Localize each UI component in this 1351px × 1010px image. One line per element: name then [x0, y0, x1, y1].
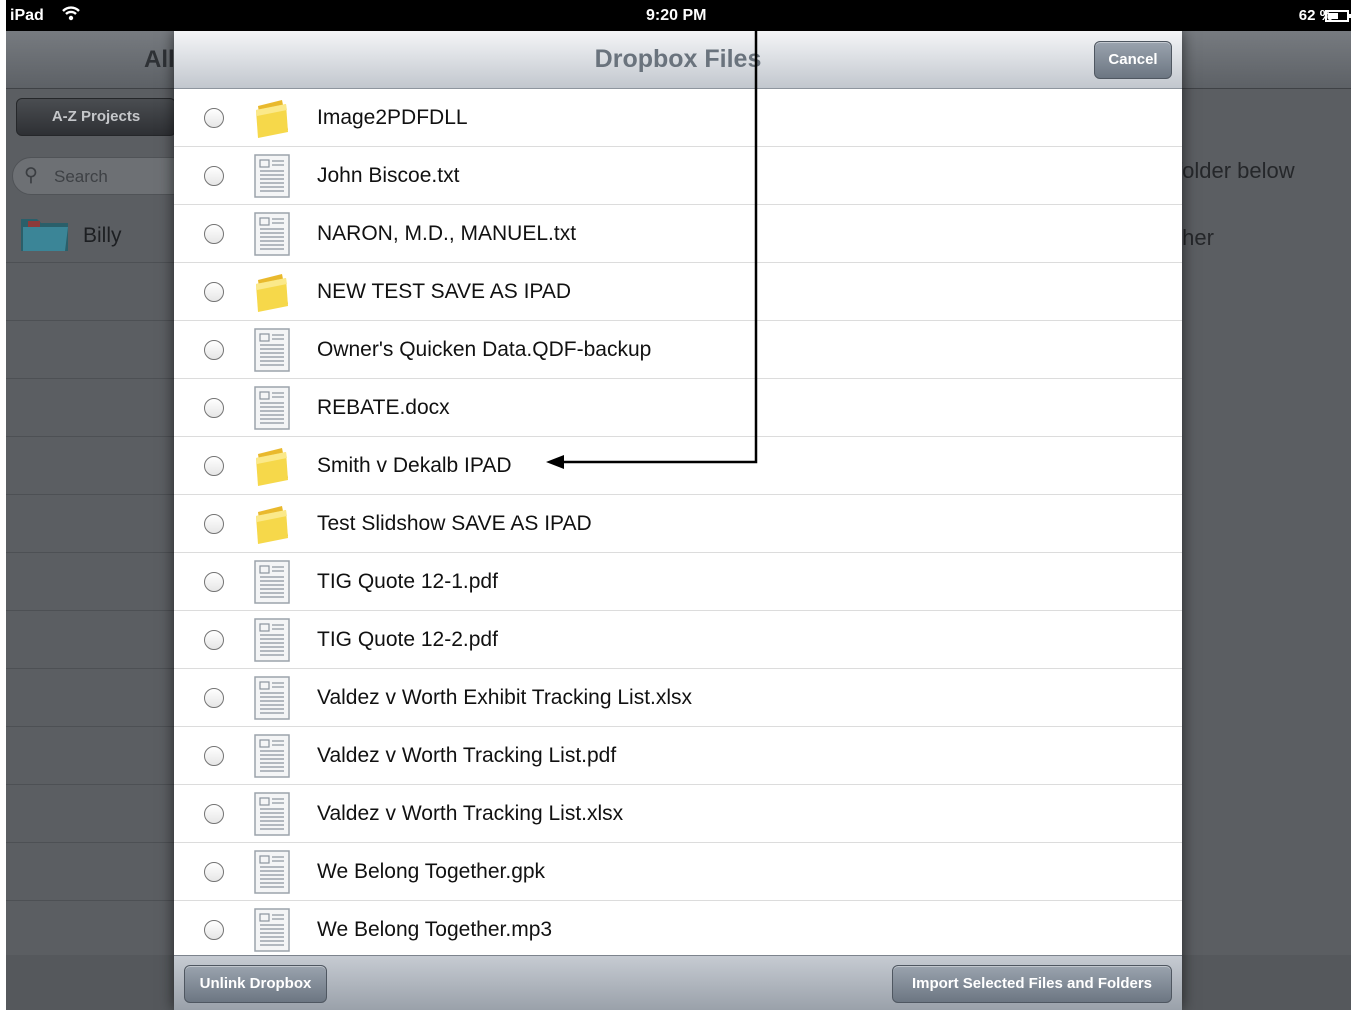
file-name: Test Slidshow SAVE AS IPAD: [317, 512, 592, 535]
dialog-nav-bar: Dropbox Files Cancel: [174, 31, 1182, 89]
file-row[interactable]: We Belong Together.gpk: [174, 843, 1182, 901]
file-name: NEW TEST SAVE AS IPAD: [317, 280, 572, 303]
unlink-dropbox-button[interactable]: Unlink Dropbox: [184, 965, 327, 1003]
document-icon: [252, 792, 292, 836]
file-row[interactable]: Smith v Dekalb IPAD: [174, 437, 1182, 495]
battery-icon: [1325, 10, 1351, 22]
status-bar: iPad 9:20 PM 62 %: [6, 0, 1351, 31]
document-icon: [252, 850, 292, 894]
import-selected-button[interactable]: Import Selected Files and Folders: [892, 965, 1172, 1003]
file-row[interactable]: NEW TEST SAVE AS IPAD: [174, 263, 1182, 321]
divider: [6, 552, 174, 553]
file-row[interactable]: Image2PDFDLL: [174, 89, 1182, 147]
folder-icon: [21, 219, 68, 251]
file-name: Valdez v Worth Exhibit Tracking List.xls…: [317, 686, 693, 709]
file-row[interactable]: Valdez v Worth Exhibit Tracking List.xls…: [174, 669, 1182, 727]
divider: [6, 262, 174, 263]
file-row[interactable]: TIG Quote 12-2.pdf: [174, 611, 1182, 669]
file-list: Image2PDFDLL John Biscoe.txt NARON, M.D., …: [174, 89, 1182, 959]
file-row[interactable]: REBATE.docx: [174, 379, 1182, 437]
file-row[interactable]: TIG Quote 12-1.pdf: [174, 553, 1182, 611]
file-name: John Biscoe.txt: [317, 164, 460, 187]
dialog-toolbar: Unlink Dropbox Import Selected Files and…: [174, 955, 1182, 1010]
file-row[interactable]: Owner's Quicken Data.QDF-backup: [174, 321, 1182, 379]
search-placeholder: Search: [54, 167, 108, 186]
document-icon: [252, 154, 292, 198]
file-name: TIG Quote 12-2.pdf: [317, 628, 498, 651]
background-hint-text: folder below: [1176, 158, 1295, 183]
document-icon: [252, 560, 292, 604]
divider: [6, 378, 174, 379]
select-checkbox[interactable]: [204, 862, 224, 882]
divider: [6, 784, 174, 785]
select-checkbox[interactable]: [204, 282, 224, 302]
select-checkbox[interactable]: [204, 166, 224, 186]
file-row[interactable]: Valdez v Worth Tracking List.xlsx: [174, 785, 1182, 843]
clock: 9:20 PM: [646, 7, 707, 24]
select-checkbox[interactable]: [204, 398, 224, 418]
document-icon: [252, 618, 292, 662]
divider: [6, 436, 174, 437]
select-checkbox[interactable]: [204, 630, 224, 650]
file-name: Valdez v Worth Tracking List.xlsx: [317, 802, 624, 825]
device-name: iPad: [10, 7, 44, 24]
select-checkbox[interactable]: [204, 340, 224, 360]
background-nav-title: All: [144, 46, 175, 73]
select-checkbox[interactable]: [204, 804, 224, 824]
select-checkbox[interactable]: [204, 572, 224, 592]
document-icon: [252, 908, 292, 952]
divider: [6, 494, 174, 495]
file-row[interactable]: NARON, M.D., MANUEL.txt: [174, 205, 1182, 263]
file-name: Smith v Dekalb IPAD: [317, 454, 512, 477]
folder-icon: [252, 502, 292, 546]
document-icon: [252, 212, 292, 256]
divider: [6, 610, 174, 611]
divider: [6, 320, 174, 321]
select-checkbox[interactable]: [204, 688, 224, 708]
select-checkbox[interactable]: [204, 746, 224, 766]
a-z-projects-button: A-Z Projects: [16, 98, 176, 136]
file-name: Valdez v Worth Tracking List.pdf: [317, 744, 617, 767]
document-icon: [252, 676, 292, 720]
select-checkbox[interactable]: [204, 456, 224, 476]
document-icon: [252, 328, 292, 372]
divider: [6, 900, 174, 901]
file-name: Image2PDFDLL: [317, 106, 468, 129]
file-name: TIG Quote 12-1.pdf: [317, 570, 498, 593]
document-icon: [252, 386, 292, 430]
divider: [6, 726, 174, 727]
folder-icon: [252, 444, 292, 488]
wifi-icon: [61, 4, 81, 27]
document-icon: [252, 734, 292, 778]
dropbox-files-dialog: Dropbox Files Cancel Image2PDFDLL John Bi…: [174, 31, 1182, 1010]
dialog-title: Dropbox Files: [594, 45, 762, 73]
folder-icon: [252, 270, 292, 314]
divider: [6, 668, 174, 669]
background-search-field: ⚲ Search: [12, 157, 192, 195]
file-row[interactable]: We Belong Together.mp3: [174, 901, 1182, 959]
file-name: We Belong Together.mp3: [317, 918, 553, 941]
select-checkbox[interactable]: [204, 920, 224, 940]
divider: [6, 842, 174, 843]
file-name: NARON, M.D., MANUEL.txt: [317, 222, 577, 245]
file-row[interactable]: Valdez v Worth Tracking List.pdf: [174, 727, 1182, 785]
background-folder-label: Billy: [83, 224, 122, 247]
select-checkbox[interactable]: [204, 108, 224, 128]
folder-icon: [252, 96, 292, 140]
select-checkbox[interactable]: [204, 514, 224, 534]
file-name: Owner's Quicken Data.QDF-backup: [317, 338, 652, 361]
cancel-button[interactable]: Cancel: [1094, 41, 1172, 79]
file-name: REBATE.docx: [317, 396, 450, 419]
file-row[interactable]: Test Slidshow SAVE AS IPAD: [174, 495, 1182, 553]
file-name: We Belong Together.gpk: [317, 860, 546, 883]
select-checkbox[interactable]: [204, 224, 224, 244]
file-row[interactable]: John Biscoe.txt: [174, 147, 1182, 205]
search-icon: ⚲: [24, 165, 38, 186]
